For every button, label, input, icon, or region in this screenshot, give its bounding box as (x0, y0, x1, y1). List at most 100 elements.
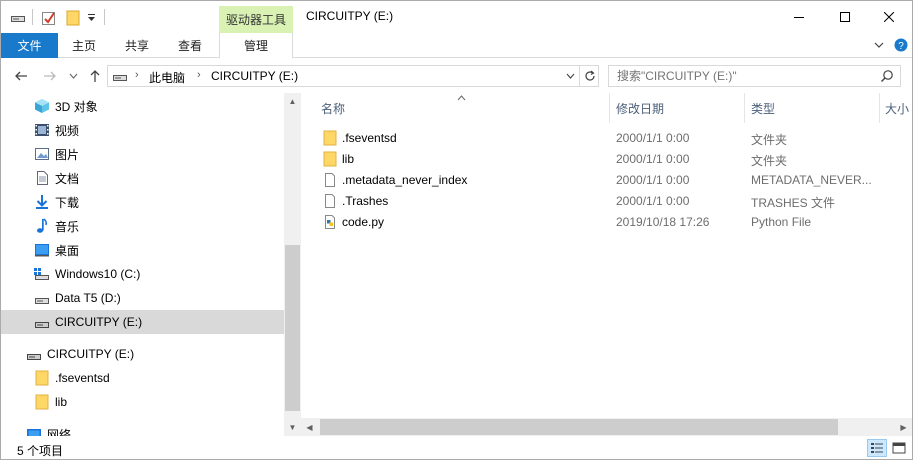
close-button[interactable] (866, 1, 912, 33)
breadcrumb-chevron-icon[interactable]: › (197, 69, 201, 81)
pictures-icon (34, 146, 50, 162)
sidebar-item-label: 视频 (55, 123, 80, 138)
3d-objects-icon (34, 98, 50, 114)
sidebar-item-lib[interactable]: lib (1, 390, 284, 414)
sidebar-item-label: 音乐 (55, 219, 80, 234)
item-count: 5 个项目 (17, 444, 64, 458)
drive-icon[interactable] (11, 9, 25, 27)
drive-tools-context-group: 驱动器工具 (219, 6, 293, 33)
address-bar[interactable]: › 此电脑 › CIRCUITPY (E:) (107, 65, 599, 87)
back-button[interactable] (13, 68, 29, 84)
tab-share[interactable]: 共享 (110, 33, 164, 58)
recent-locations-button[interactable] (65, 68, 81, 84)
sidebar-item-network[interactable]: 网络 (1, 422, 284, 436)
sidebar-item-downloads[interactable]: 下载 (1, 190, 284, 214)
sidebar-item-drive-d[interactable]: Data T5 (D:) (1, 286, 284, 310)
sidebar-item-drive-c[interactable]: Windows10 (C:) (1, 262, 284, 286)
up-button[interactable] (87, 68, 103, 84)
file-row[interactable]: .Trashes 2000/1/1 0:00 TRASHES 文件 (316, 191, 896, 212)
tab-manage[interactable]: 管理 (219, 33, 293, 58)
navigation-pane: 3D 对象 视频 图片 文档 下载 音乐 桌面 Windows10 (C:) D… (1, 93, 284, 436)
column-header-name[interactable]: 名称 (321, 93, 609, 123)
scroll-left-icon[interactable]: ◀ (301, 418, 318, 436)
scroll-right-icon[interactable]: ▶ (895, 418, 912, 436)
drive-tools-label: 驱动器工具 (225, 13, 286, 27)
music-icon (34, 218, 50, 234)
maximize-button[interactable] (822, 1, 868, 33)
file-row[interactable]: .metadata_never_index 2000/1/1 0:00 META… (316, 170, 896, 191)
sidebar-item-label: .fseventsd (55, 371, 110, 385)
address-row: › 此电脑 › CIRCUITPY (E:) (1, 59, 912, 93)
tab-file[interactable]: 文件 (1, 33, 58, 58)
usb-drive-icon (26, 346, 42, 362)
sidebar-item-drive-e[interactable]: CIRCUITPY (E:) (1, 310, 284, 334)
large-icons-view-button[interactable] (889, 439, 909, 457)
windows-drive-icon (34, 266, 50, 282)
column-header-modified[interactable]: 修改日期 (616, 93, 744, 123)
sidebar-item-desktop[interactable]: 桌面 (1, 238, 284, 262)
new-folder-icon[interactable] (65, 9, 81, 27)
sidebar-item-label: 下载 (55, 195, 80, 210)
navigation-scrollbar[interactable]: ▲ ▼ (284, 93, 301, 436)
file-row[interactable]: .fseventsd 2000/1/1 0:00 文件夹 (316, 128, 896, 149)
usb-drive-icon (34, 314, 50, 330)
file-name: .fseventsd (342, 131, 397, 145)
sidebar-item-label: 文档 (55, 171, 80, 186)
search-icon[interactable] (880, 69, 894, 86)
file-icon (322, 193, 338, 209)
sidebar-item-label: CIRCUITPY (E:) (55, 315, 143, 329)
sidebar-item-music[interactable]: 音乐 (1, 214, 284, 238)
svg-text:?: ? (898, 41, 904, 52)
scrollbar-thumb[interactable] (285, 245, 300, 411)
sidebar-item-label: 桌面 (55, 243, 80, 258)
scrollbar-thumb[interactable] (320, 419, 838, 435)
expand-ribbon-icon[interactable] (874, 37, 884, 53)
refresh-button[interactable] (579, 65, 599, 87)
details-view-icon (871, 443, 883, 453)
address-dropdown-button[interactable] (561, 65, 579, 87)
file-name: lib (342, 152, 355, 166)
help-icon[interactable]: ? (894, 37, 908, 53)
sidebar-item-fseventsd[interactable]: .fseventsd (1, 366, 284, 390)
network-icon (26, 426, 42, 436)
sidebar-item-video[interactable]: 视频 (1, 118, 284, 142)
search-box[interactable] (608, 65, 901, 87)
file-row[interactable]: lib 2000/1/1 0:00 文件夹 (316, 149, 896, 170)
large-icons-view-icon (892, 442, 906, 454)
refresh-icon (584, 70, 595, 81)
sidebar-item-circuitpy-root[interactable]: CIRCUITPY (E:) (1, 342, 284, 366)
file-modified: 2000/1/1 0:00 (616, 131, 690, 145)
sidebar-item-label: Data T5 (D:) (55, 291, 121, 305)
tab-view[interactable]: 查看 (164, 33, 216, 58)
breadcrumb-circuitpy[interactable]: CIRCUITPY (E:) (211, 69, 298, 83)
file-type: Python File (751, 215, 812, 229)
breadcrumb-this-pc[interactable]: 此电脑 (149, 69, 185, 86)
sidebar-item-3d-objects[interactable]: 3D 对象 (1, 94, 284, 118)
details-view-button[interactable] (867, 439, 887, 457)
file-list-scrollbar[interactable]: ◀ ▶ (301, 418, 912, 436)
file-name: .metadata_never_index (342, 173, 468, 187)
scroll-up-icon[interactable]: ▲ (284, 93, 301, 110)
ribbon-tabs: 文件 主页 共享 查看 管理 ? (1, 33, 912, 58)
sidebar-item-pictures[interactable]: 图片 (1, 142, 284, 166)
window-title: CIRCUITPY (E:) (306, 9, 394, 23)
file-row[interactable]: code.py 2019/10/18 17:26 Python File (316, 212, 896, 233)
search-input[interactable] (617, 68, 877, 84)
title-bar: 驱动器工具 CIRCUITPY (E:) (1, 1, 912, 33)
sidebar-item-documents[interactable]: 文档 (1, 166, 284, 190)
file-type: 文件夹 (751, 133, 788, 147)
customize-toolbar-icon[interactable] (87, 9, 96, 27)
column-header-type[interactable]: 类型 (751, 93, 879, 123)
file-type: TRASHES 文件 (751, 196, 836, 210)
desktop-icon (34, 242, 50, 258)
column-header-size[interactable]: 大小 (885, 93, 912, 123)
tab-home[interactable]: 主页 (58, 33, 110, 58)
minimize-button[interactable] (776, 1, 822, 33)
properties-icon[interactable] (41, 9, 57, 27)
scroll-down-icon[interactable]: ▼ (284, 419, 301, 436)
file-modified: 2000/1/1 0:00 (616, 173, 690, 187)
file-name: code.py (342, 215, 385, 229)
forward-button[interactable] (41, 68, 57, 84)
folder-icon (322, 130, 338, 146)
breadcrumb-chevron-icon[interactable]: › (135, 69, 139, 81)
